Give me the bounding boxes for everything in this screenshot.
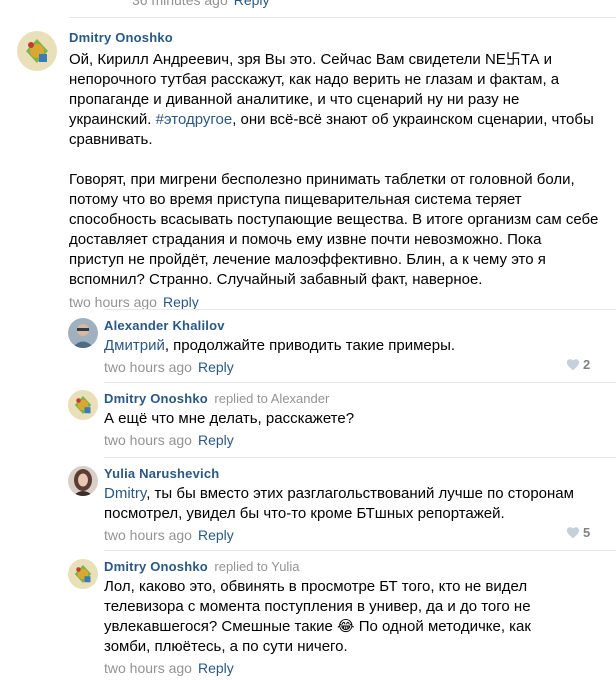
heart-icon bbox=[566, 527, 580, 539]
like-button[interactable]: 5 bbox=[566, 525, 590, 540]
comment-text: Dmitry, ты бы вместо этих разглагольство… bbox=[104, 484, 584, 524]
alexander-avatar[interactable] bbox=[68, 318, 98, 348]
mention-link[interactable]: Дмитрий bbox=[104, 337, 165, 354]
timestamp: two hours ago bbox=[104, 660, 192, 676]
comment-text-part: Ой, Кирилл Андреевич, зря Вы это. Сейчас… bbox=[69, 51, 506, 68]
dmitry-avatar[interactable] bbox=[68, 559, 98, 589]
mention-link[interactable]: Dmitry bbox=[104, 485, 146, 502]
comment-3: Dmitry Onoshko replied to Alexander А ещ… bbox=[104, 391, 599, 450]
separator bbox=[69, 17, 616, 18]
comment-text: Ой, Кирилл Андреевич, зря Вы это. Сейчас… bbox=[69, 50, 599, 150]
dmitry-avatar[interactable] bbox=[17, 31, 57, 71]
comment-text-paragraph-2: Говорят, при мигрени бесполезно принимат… bbox=[69, 171, 599, 288]
reply-link[interactable]: Reply bbox=[234, 0, 270, 8]
timestamp: two hours ago bbox=[104, 359, 192, 375]
yulia-avatar[interactable] bbox=[68, 466, 98, 496]
like-count: 5 bbox=[583, 525, 591, 540]
comment-text-glyph: 卐 bbox=[505, 51, 521, 68]
comment-5: Dmitry Onoshko replied to Yulia Лол, как… bbox=[104, 559, 574, 678]
reply-link[interactable]: Reply bbox=[198, 660, 234, 676]
replied-to[interactable]: replied to Yulia bbox=[214, 559, 299, 574]
comment-meta: two hours ago Reply bbox=[104, 525, 584, 545]
reply-link[interactable]: Reply bbox=[163, 294, 199, 310]
author-name[interactable]: Dmitry Onoshko bbox=[104, 559, 208, 574]
separator bbox=[104, 382, 616, 383]
reply-link[interactable]: Reply bbox=[198, 359, 234, 375]
reply-link[interactable]: Reply bbox=[198, 527, 234, 543]
comment-2: Alexander Khalilov Дмитрий, продолжайте … bbox=[104, 318, 599, 377]
author-name[interactable]: Yulia Narushevich bbox=[104, 466, 584, 482]
timestamp: two hours ago bbox=[69, 294, 157, 310]
author-name[interactable]: Alexander Khalilov bbox=[104, 318, 599, 334]
comment-text-part: , продолжайте приводить такие примеры. bbox=[164, 337, 456, 354]
comment-meta: two hours ago Reply bbox=[104, 357, 599, 377]
timestamp: two hours ago bbox=[104, 527, 192, 543]
laughing-emoji-icon: 😂 bbox=[337, 618, 355, 635]
like-button[interactable]: 2 bbox=[566, 357, 590, 372]
comment-meta: two hours ago Reply bbox=[104, 658, 574, 678]
comment-meta: two hours ago Reply bbox=[104, 430, 599, 450]
timestamp: 36 minutes ago bbox=[132, 0, 228, 8]
separator bbox=[104, 457, 616, 458]
like-count: 2 bbox=[583, 357, 591, 372]
separator bbox=[104, 309, 616, 310]
comment-1: Dmitry Onoshko Ой, Кирилл Андреевич, зря… bbox=[69, 30, 599, 312]
author-name[interactable]: Dmitry Onoshko bbox=[104, 391, 208, 406]
author-name[interactable]: Dmitry Onoshko bbox=[69, 30, 599, 46]
dmitry-avatar[interactable] bbox=[68, 390, 98, 420]
comment-text-part: , ты бы вместо этих разглагольствований … bbox=[104, 485, 574, 522]
previous-comment-meta: 36 minutes ago Reply bbox=[132, 0, 270, 9]
comment-text: Лол, каково это, обвинять в просмотре БТ… bbox=[104, 577, 574, 657]
comment-text: А ещё что мне делать, расскажете? bbox=[104, 410, 355, 427]
reply-link[interactable]: Reply bbox=[198, 432, 234, 448]
replied-to[interactable]: replied to Alexander bbox=[214, 391, 329, 406]
comment-text: Дмитрий, продолжайте приводить такие при… bbox=[104, 336, 599, 356]
comment-4: Yulia Narushevich Dmitry, ты бы вместо э… bbox=[104, 466, 584, 545]
hashtag-link[interactable]: #этодругое bbox=[156, 111, 233, 128]
heart-icon bbox=[566, 359, 580, 371]
timestamp: two hours ago bbox=[104, 432, 192, 448]
separator bbox=[104, 550, 616, 551]
